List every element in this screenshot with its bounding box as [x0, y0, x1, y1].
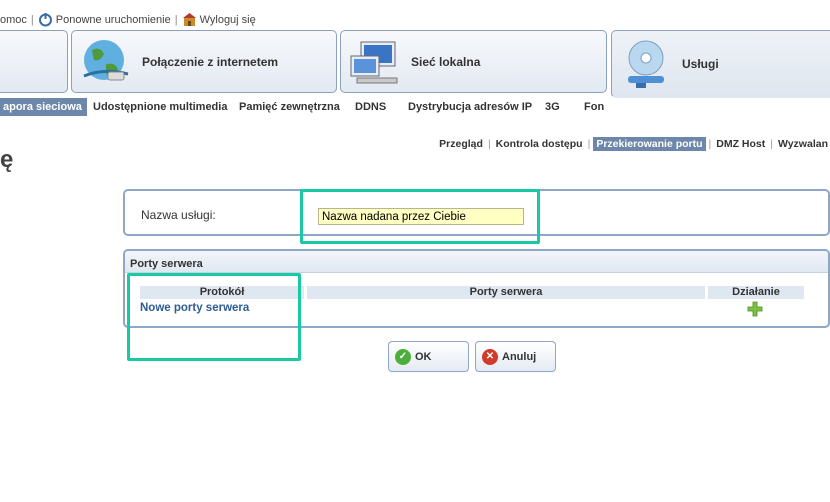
subnav-firewall[interactable]: apora sieciowa: [0, 98, 87, 116]
separator: |: [770, 138, 773, 150]
restart-link[interactable]: Ponowne uruchomienie: [56, 14, 171, 26]
check-icon: ✓: [395, 348, 411, 365]
column-action: Działanie: [708, 286, 804, 299]
nav-access-control[interactable]: Kontrola dostępu: [494, 138, 585, 150]
nav-overview[interactable]: Przegląd: [437, 138, 485, 150]
subnav-ddns[interactable]: DDNS: [355, 101, 386, 113]
add-plus-icon[interactable]: [747, 301, 763, 317]
service-name-panel: Nazwa usługi:: [123, 189, 830, 236]
nav-port-forwarding[interactable]: Przekierowanie portu: [593, 137, 706, 151]
subnav-external-storage[interactable]: Pamięć zewnętrzna: [239, 101, 340, 113]
subnav-3g[interactable]: 3G: [545, 101, 560, 113]
separator: |: [708, 138, 712, 150]
close-icon: ✕: [482, 348, 498, 365]
separator: |: [30, 13, 34, 26]
tab-services[interactable]: Usługi: [611, 30, 830, 98]
section-navigation: Przegląd | Kontrola dostępu | Przekierow…: [437, 137, 830, 151]
top-links: omoc | Ponowne uruchomienie | Wyloguj si…: [0, 12, 256, 27]
column-server-ports: Porty serwera: [307, 286, 705, 299]
globe-icon: [78, 36, 134, 88]
services-disc-icon: [618, 38, 674, 90]
help-link[interactable]: omoc: [0, 14, 27, 26]
separator: |: [487, 138, 491, 150]
cancel-button[interactable]: ✕ Anuluj: [475, 341, 556, 372]
tab-lan-label: Sieć lokalna: [411, 54, 481, 69]
column-protocol: Protokół: [140, 286, 304, 299]
subnav-ip-distribution[interactable]: Dystrybucja adresów IP: [408, 101, 532, 113]
logout-icon: [182, 12, 197, 27]
subnav-fon[interactable]: Fon: [584, 101, 604, 113]
service-name-input[interactable]: [318, 208, 524, 225]
power-icon: [38, 12, 53, 27]
ok-button-label: OK: [415, 350, 432, 363]
nav-dmz-host[interactable]: DMZ Host: [714, 138, 767, 150]
page-title: ę: [0, 146, 14, 173]
tab-partial-left[interactable]: [0, 30, 68, 93]
tab-internet-label: Połączenie z internetem: [142, 54, 279, 69]
new-server-ports-link[interactable]: Nowe porty serwera: [140, 302, 249, 314]
subnav-shared-media[interactable]: Udostępnione multimedia: [93, 101, 227, 113]
separator: |: [587, 138, 591, 150]
server-ports-header: Porty serwera: [125, 251, 828, 273]
nav-port-triggering[interactable]: Wyzwalan: [776, 138, 830, 150]
cancel-button-label: Anuluj: [502, 350, 537, 363]
separator: |: [174, 13, 178, 26]
server-ports-panel: Porty serwera Protokół Porty serwera Dzi…: [123, 249, 830, 328]
tab-services-label: Usługi: [682, 57, 719, 71]
logout-link[interactable]: Wyloguj się: [200, 14, 256, 26]
tab-local-network[interactable]: Sieć lokalna: [340, 30, 607, 93]
service-name-label: Nazwa usługi:: [141, 208, 216, 222]
ok-button[interactable]: ✓ OK: [388, 341, 469, 372]
sub-navigation: apora sieciowa Udostępnione multimedia P…: [0, 98, 830, 117]
network-computers-icon: [347, 36, 403, 88]
tab-internet-connection[interactable]: Połączenie z internetem: [71, 30, 337, 93]
